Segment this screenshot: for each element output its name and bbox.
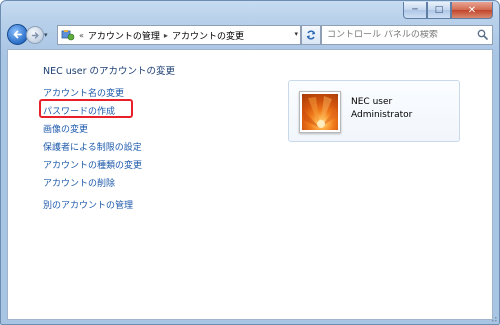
refresh-icon — [306, 30, 316, 40]
user-account-card: NEC user Administrator — [288, 80, 460, 142]
highlight-box — [39, 99, 133, 118]
address-dropdown-icon[interactable]: ▾ — [294, 30, 298, 38]
recent-pages-dropdown[interactable]: ▾ — [44, 31, 48, 39]
arrow-right-icon — [31, 31, 39, 39]
back-button[interactable] — [7, 24, 28, 45]
search-box[interactable] — [321, 25, 493, 45]
forward-button[interactable] — [26, 26, 44, 44]
task-parental-controls[interactable]: 保護者による制限の設定 — [43, 140, 142, 153]
search-icon[interactable] — [477, 29, 488, 40]
address-overflow-icon[interactable]: « — [79, 31, 84, 40]
address-bar[interactable]: « アカウントの管理 ▸ アカウントの変更 ▾ — [57, 25, 301, 45]
user-role: Administrator — [351, 110, 413, 120]
avatar — [299, 91, 341, 133]
close-button[interactable]: ✕ — [451, 2, 493, 19]
content-pane: NEC user のアカウントの変更 アカウント名の変更 パスワードの作成 画像… — [7, 49, 493, 320]
manage-another-account-link[interactable]: 別のアカウントの管理 — [43, 198, 133, 211]
task-delete-account[interactable]: アカウントの削除 — [43, 176, 115, 189]
flower-picture-icon — [302, 94, 338, 130]
breadcrumb-separator-icon[interactable]: ▸ — [164, 31, 168, 40]
arrow-left-icon — [13, 30, 22, 39]
breadcrumb-change-account[interactable]: アカウントの変更 — [172, 29, 244, 42]
task-change-account-type[interactable]: アカウントの種類の変更 — [43, 158, 142, 171]
search-input[interactable] — [327, 30, 472, 40]
resize-grip-icon[interactable] — [489, 314, 497, 322]
maximize-button[interactable]: □ — [427, 2, 451, 19]
control-panel-icon — [61, 30, 75, 41]
user-name: NEC user — [351, 97, 393, 107]
window-controls: ─ □ ✕ — [403, 2, 493, 19]
task-change-picture[interactable]: 画像の変更 — [43, 122, 88, 135]
breadcrumb-account-management[interactable]: アカウントの管理 — [88, 29, 160, 42]
refresh-button[interactable] — [301, 25, 321, 45]
task-rename-account[interactable]: アカウント名の変更 — [43, 86, 124, 99]
page-title: NEC user のアカウントの変更 — [43, 66, 176, 77]
control-panel-window: ─ □ ✕ ▾ « アカウントの管理 ▸ アカウントの変更 ▾ コントロール パ… — [0, 0, 500, 325]
minimize-button[interactable]: ─ — [403, 2, 427, 19]
